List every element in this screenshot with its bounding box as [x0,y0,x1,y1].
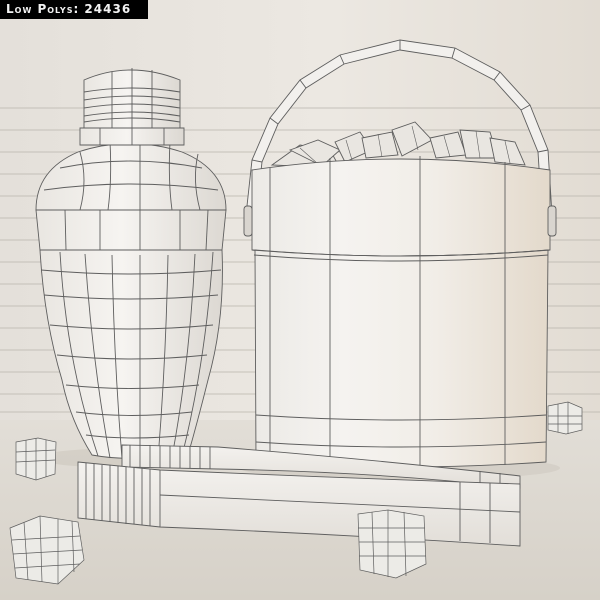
ice-cube-1 [15,437,57,481]
render-viewport: Low Polys: 24436 [0,0,600,600]
ice-cube-4 [547,401,583,435]
poly-count-caption: Low Polys: 24436 [0,0,148,19]
bucket-mount-left [243,205,253,237]
bucket-mount-right [547,205,557,237]
wireframe-render [0,0,600,600]
ice-cube-3 [357,509,427,579]
